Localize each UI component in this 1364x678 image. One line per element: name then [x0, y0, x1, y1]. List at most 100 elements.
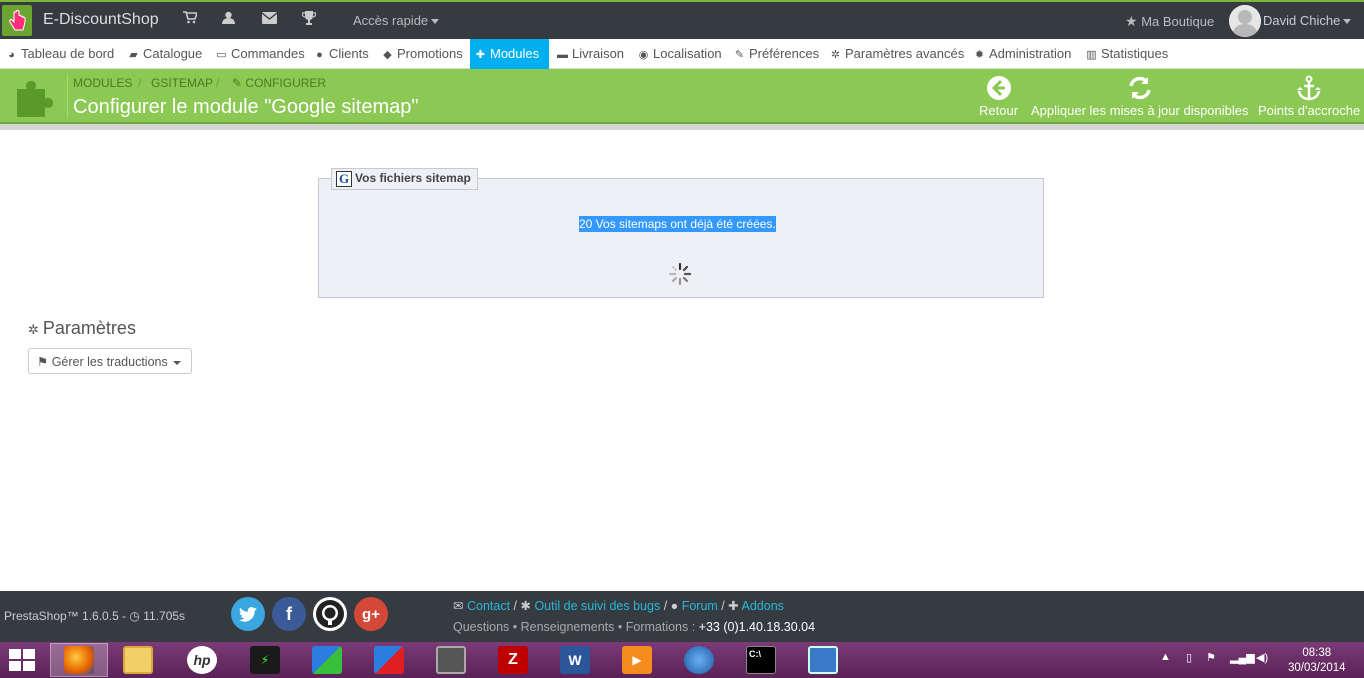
envelope-icon: ✉ — [453, 599, 464, 613]
version-info: PrestaShop™ 1.6.0.5 - ◷ 11.705s — [4, 609, 186, 623]
caret-down-icon — [431, 19, 440, 25]
back-button[interactable]: Retour — [979, 75, 1018, 118]
sitemap-legend: G Vos fichiers sitemap — [331, 168, 478, 190]
puzzle-icon — [17, 81, 53, 117]
contact-link[interactable]: Contact — [467, 599, 510, 613]
nav-item-orders[interactable]: ▭ Commandes — [211, 39, 309, 69]
breadcrumb-gsitemap[interactable]: GSITEMAP — [151, 76, 213, 90]
nav-item-promotions[interactable]: ◆ Promotions — [377, 39, 467, 69]
nav-item-dashboard[interactable]: ◕ Tableau de bord — [1, 39, 118, 69]
taskbar-word-icon[interactable]: W — [546, 643, 604, 677]
taskbar-media-player-icon[interactable]: ▶ — [608, 643, 666, 677]
tags-icon: ◆ — [383, 49, 392, 61]
my-shop-link[interactable]: ★ Ma Boutique — [1125, 13, 1214, 30]
wrench-icon: ✎ — [232, 76, 243, 90]
github-icon[interactable] — [313, 597, 347, 631]
nav-item-statistics[interactable]: ▥ Statistiques — [1081, 39, 1172, 69]
cart-icon[interactable] — [183, 11, 199, 27]
header-bottom-border — [0, 122, 1364, 130]
manage-translations-button[interactable]: ⚑ Gérer les traductions — [28, 348, 192, 374]
google-plus-icon[interactable]: g+ — [354, 597, 388, 631]
taskbar-filezilla-icon[interactable]: Z — [484, 643, 542, 677]
taskbar-command-prompt-icon[interactable]: C:\ — [732, 643, 790, 677]
refresh-icon — [1129, 76, 1151, 100]
facebook-icon[interactable]: f — [272, 597, 306, 631]
action-center-flag-icon[interactable]: ⚑ — [1206, 651, 1216, 664]
top-header: E-DiscountShop Accès rapide ★ Ma Boutiqu… — [0, 0, 1364, 39]
taskbar-remote-desktop-green-icon[interactable] — [298, 643, 356, 677]
taskbar-presentation-icon[interactable] — [422, 643, 480, 677]
cogs-icon: ✲ — [830, 49, 841, 61]
windows-start-icon[interactable] — [6, 647, 38, 673]
signal-strength-icon[interactable]: ▂▄▆ — [1230, 651, 1255, 664]
anchor-icon — [1297, 75, 1322, 101]
cogs-icon: ✲ — [28, 322, 39, 337]
taskbar-hp-icon[interactable]: hp — [173, 643, 231, 677]
user-avatar[interactable] — [1229, 5, 1261, 37]
breadcrumb-separator: / — [216, 76, 220, 90]
footer-links: ✉ Contact / ✱ Outil de suivi des bugs / … — [453, 599, 784, 613]
battery-icon[interactable]: ▯ — [1186, 651, 1192, 664]
taskbar-network-connection-icon[interactable] — [794, 643, 852, 677]
page-header: MODULES / GSITEMAP / ✎ CONFIGURER Config… — [0, 69, 1364, 122]
user-icon[interactable] — [222, 11, 235, 27]
quick-access-menu[interactable]: Accès rapide — [353, 13, 440, 28]
bar-chart-icon: ▥ — [1086, 49, 1097, 61]
phone-number: +33 (0)1.40.18.30.04 — [698, 620, 816, 634]
puzzle-icon: ✚ — [728, 599, 739, 613]
credit-card-icon: ▭ — [216, 49, 227, 61]
wrench-icon: ✎ — [734, 49, 745, 61]
flag-icon: ⚑ — [37, 355, 49, 369]
loading-spinner-icon — [668, 262, 692, 286]
trophy-icon[interactable] — [301, 11, 317, 28]
addons-link[interactable]: Addons — [742, 599, 784, 613]
caret-down-icon — [1343, 19, 1352, 25]
arrow-circle-left-icon — [986, 76, 1011, 100]
taskbar-thunderbird-icon[interactable] — [670, 643, 728, 677]
parameters-heading: ✲ Paramètres — [28, 318, 136, 338]
nav-item-customers[interactable]: ● Clients — [309, 39, 373, 69]
nav-item-preferences[interactable]: ✎ Préférences — [729, 39, 823, 69]
header-divider — [67, 74, 68, 118]
users-icon: ● — [316, 49, 323, 61]
twitter-icon[interactable] — [231, 597, 265, 631]
support-info: Questions • Renseignements • Formations … — [453, 620, 816, 634]
clock-icon: ◷ — [129, 609, 140, 623]
main-navigation: ◕ Tableau de bord ▰ Catalogue ▭ Commandes ●… — [0, 39, 1364, 69]
page-title: Configurer le module "Google sitemap" — [73, 96, 419, 118]
show-hidden-icons-icon[interactable]: ▲ — [1160, 651, 1171, 663]
nav-item-administration[interactable]: ✹ Administration — [969, 39, 1075, 69]
google-icon: G — [336, 171, 352, 187]
nav-item-advanced-parameters[interactable]: ✲ Paramètres avancés — [825, 39, 968, 69]
taskbar-remote-desktop-red-icon[interactable] — [360, 643, 418, 677]
taskbar-file-explorer-icon[interactable] — [109, 643, 167, 677]
breadcrumb-separator: / — [138, 76, 142, 90]
page-footer: PrestaShop™ 1.6.0.5 - ◷ 11.705s f g+ ✉ C… — [0, 591, 1364, 642]
bug-tracker-link[interactable]: Outil de suivi des bugs — [534, 599, 660, 613]
bug-icon: ✱ — [520, 599, 531, 613]
truck-icon: ▬ — [557, 49, 568, 61]
windows-taskbar: hp ⚡ Z W ▶ C:\ ▲ ▯ ⚑ ▂▄▆ ◀) 08:38 30/03/2… — [0, 642, 1364, 678]
nav-item-localization[interactable]: ◉ Localisation — [633, 39, 726, 69]
volume-icon[interactable]: ◀) — [1256, 651, 1268, 664]
user-menu[interactable]: David Chiche — [1263, 13, 1352, 28]
cog-icon: ✹ — [974, 49, 985, 61]
taskbar-firefox-icon[interactable] — [50, 643, 108, 677]
nav-item-shipping[interactable]: ▬ Livraison — [552, 39, 628, 69]
taskbar-network-monitor-icon[interactable]: ⚡ — [236, 643, 294, 677]
nav-item-modules[interactable]: ✚ Modules — [470, 39, 549, 69]
apply-updates-button[interactable]: Appliquer les mises à jour disponibles — [1031, 75, 1249, 118]
hooks-button[interactable]: Points d'accroche — [1258, 75, 1360, 118]
system-clock[interactable]: 08:38 30/03/2014 — [1288, 646, 1346, 676]
prestashop-logo-icon[interactable] — [2, 5, 32, 36]
breadcrumb-modules[interactable]: MODULES — [73, 76, 132, 90]
nav-item-catalog[interactable]: ▰ Catalogue — [123, 39, 206, 69]
globe-icon: ◉ — [638, 49, 649, 61]
shop-name[interactable]: E-DiscountShop — [43, 11, 159, 29]
comments-icon: ● — [670, 599, 679, 613]
envelope-icon[interactable] — [261, 11, 278, 27]
forum-link[interactable]: Forum — [682, 599, 718, 613]
book-icon: ▰ — [129, 49, 138, 61]
sitemap-status-message: 20 Vos sitemaps ont déjà été créées. — [579, 216, 776, 232]
puzzle-icon: ✚ — [475, 49, 486, 61]
